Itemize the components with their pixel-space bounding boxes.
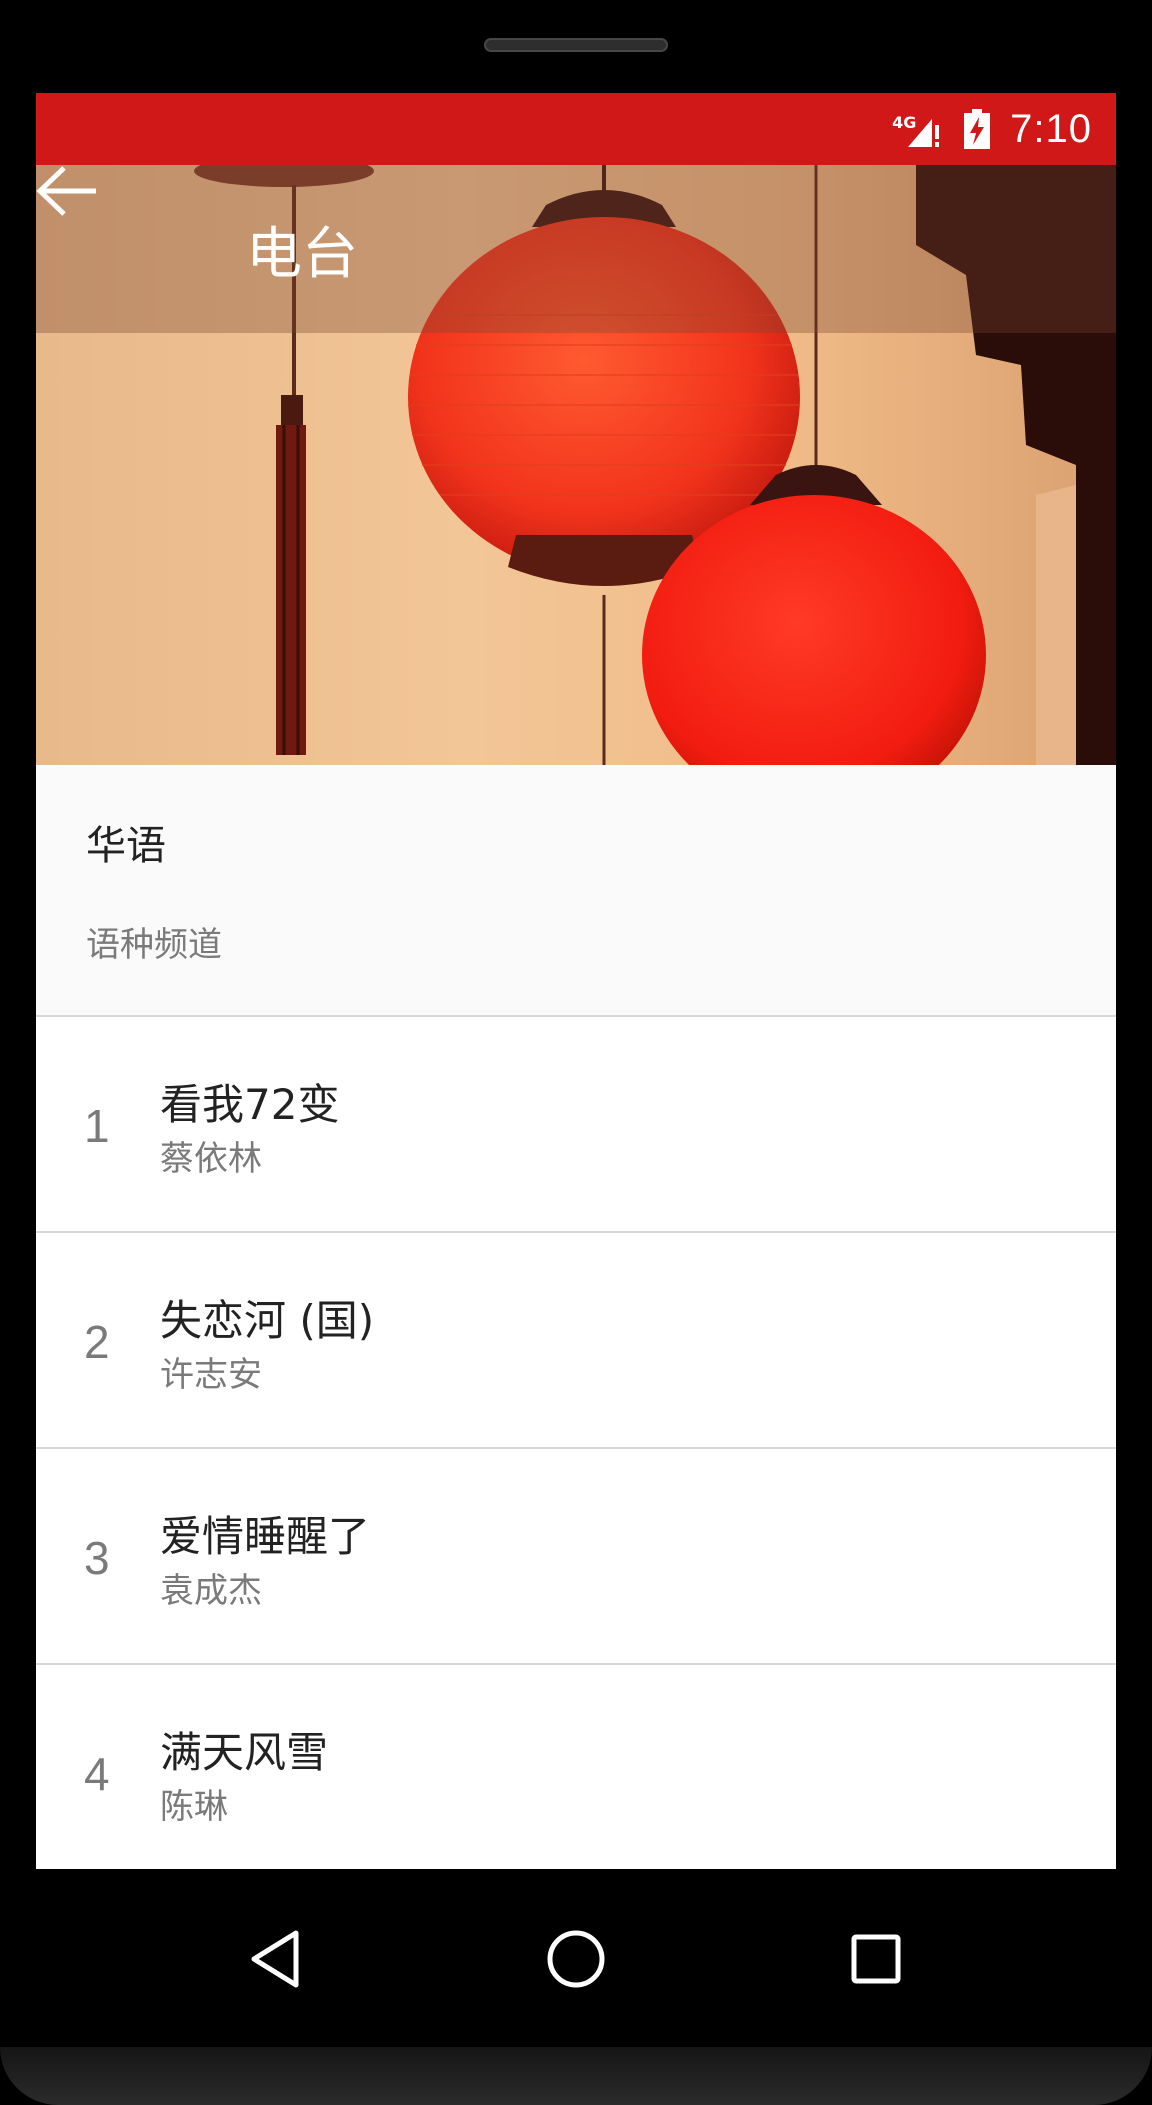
status-bar: 4G 7:10: [36, 93, 1116, 165]
status-clock: 7:10: [1010, 106, 1092, 151]
song-artist: 许志安: [160, 1355, 262, 1395]
song-row[interactable]: 3 爱情睡醒了 袁成杰: [36, 1449, 1116, 1665]
navigation-bar: [0, 1869, 1152, 2047]
song-title: 爱情睡醒了: [160, 1512, 371, 1561]
header-image: 电台: [36, 165, 1116, 765]
earpiece-speaker: [484, 38, 668, 52]
song-artist: 袁成杰: [160, 1571, 262, 1611]
song-title: 失恋河 (国): [160, 1296, 375, 1345]
nav-recents-icon: [851, 1934, 901, 1984]
channel-type: 语种频道: [86, 925, 222, 965]
phone-device: 4G 7:10 电台 华语 语种频道 1 看我72变 蔡依林 2 失恋河 (国)…: [0, 0, 1152, 2105]
nav-back-button[interactable]: [226, 1909, 326, 2009]
screen: 4G 7:10 电台 华语 语种频道 1 看我72变 蔡依林 2 失恋河 (国)…: [36, 93, 1116, 1869]
app-bar: 电台: [36, 165, 1116, 333]
song-title: 满天风雪: [160, 1728, 329, 1777]
device-bottom-edge: [0, 2047, 1152, 2105]
status-icons: 4G 7:10: [892, 93, 1092, 165]
back-button[interactable]: [36, 166, 161, 289]
nav-home-button[interactable]: [526, 1909, 626, 2009]
song-index: 1: [84, 1100, 110, 1152]
page-title: 电台: [246, 221, 358, 287]
song-index: 4: [84, 1748, 110, 1800]
nav-back-icon: [251, 1930, 299, 1988]
channel-info: 华语 语种频道: [36, 765, 1116, 1017]
song-index: 2: [84, 1316, 110, 1368]
song-row[interactable]: 4 满天风雪 陈琳: [36, 1665, 1116, 1869]
nav-home-icon: [547, 1930, 605, 1988]
song-row[interactable]: 1 看我72变 蔡依林: [36, 1017, 1116, 1233]
song-artist: 陈琳: [160, 1787, 228, 1827]
song-index: 3: [84, 1532, 110, 1584]
song-title: 看我72变: [160, 1080, 340, 1129]
arrow-back-icon: [36, 166, 96, 216]
song-list: 1 看我72变 蔡依林 2 失恋河 (国) 许志安 3 爱情睡醒了 袁成杰 4 …: [36, 1017, 1116, 1869]
song-row[interactable]: 2 失恋河 (国) 许志安: [36, 1233, 1116, 1449]
nav-recents-button[interactable]: [826, 1909, 926, 2009]
battery-charging-icon: [962, 107, 992, 151]
song-artist: 蔡依林: [160, 1139, 262, 1179]
channel-name: 华语: [86, 823, 166, 869]
signal-icon: 4G: [892, 107, 944, 151]
